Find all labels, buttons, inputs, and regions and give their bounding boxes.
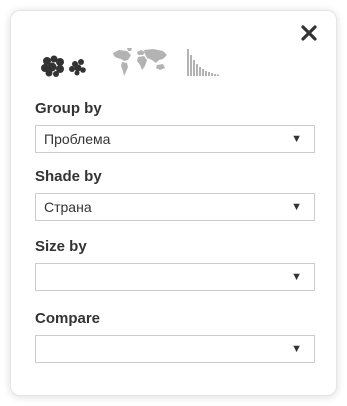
group-by-field: Group by Проблема ▼ — [35, 99, 315, 153]
group-by-select[interactable]: Проблема ▼ — [35, 125, 315, 153]
options-form: Group by Проблема ▼ Shade by Страна ▼ Si… — [35, 99, 315, 377]
dropdown-arrow-icon: ▼ — [291, 201, 302, 213]
shade-by-field: Shade by Страна ▼ — [35, 167, 315, 221]
compare-label: Compare — [35, 310, 101, 327]
group-by-value: Проблема — [44, 131, 111, 147]
size-by-select[interactable]: ▼ — [35, 263, 315, 291]
shade-by-label: Shade by — [35, 168, 102, 185]
shade-by-value: Страна — [44, 199, 92, 215]
compare-select[interactable]: ▼ — [35, 335, 315, 363]
compare-field: Compare ▼ — [35, 309, 315, 363]
world-map-icon[interactable] — [111, 47, 169, 77]
close-icon[interactable] — [298, 21, 320, 45]
bar-chart-icon[interactable] — [187, 47, 219, 77]
bubble-view-icon[interactable] — [41, 55, 91, 77]
dropdown-arrow-icon: ▼ — [291, 343, 302, 355]
view-toggle-group — [41, 41, 219, 77]
dropdown-arrow-icon: ▼ — [291, 271, 302, 283]
size-by-field: Size by ▼ — [35, 237, 315, 291]
size-by-label: Size by — [35, 238, 87, 255]
settings-panel: Group by Проблема ▼ Shade by Страна ▼ Si… — [10, 10, 337, 396]
dropdown-arrow-icon: ▼ — [291, 133, 302, 145]
group-by-label: Group by — [35, 100, 102, 117]
shade-by-select[interactable]: Страна ▼ — [35, 193, 315, 221]
